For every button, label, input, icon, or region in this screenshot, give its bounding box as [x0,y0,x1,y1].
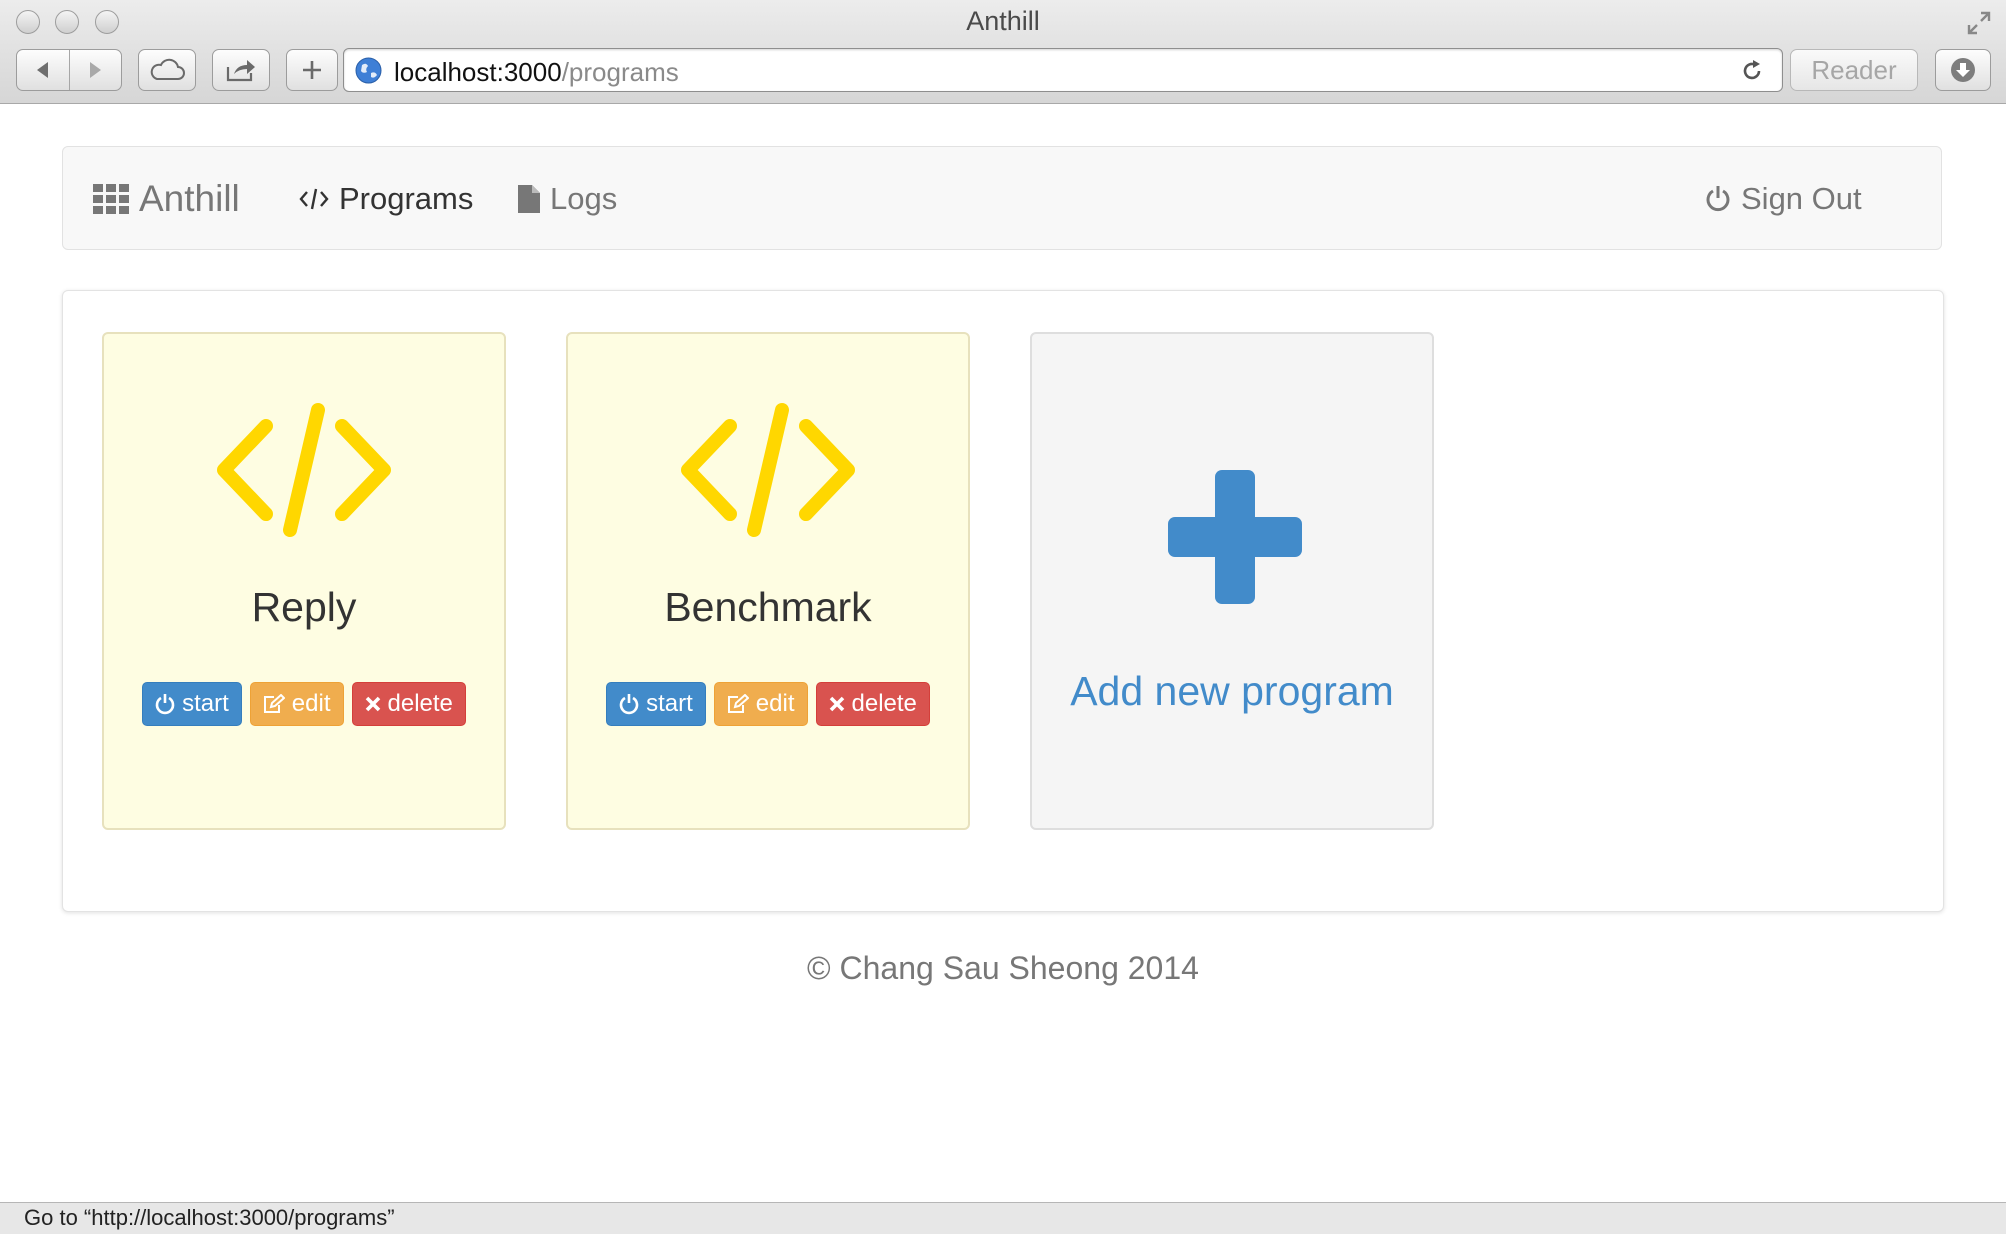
url-path: /programs [561,57,679,87]
brand-label: Anthill [139,178,240,219]
reload-icon[interactable] [1740,59,1764,83]
footer-copyright: © Chang Sau Sheong 2014 [807,950,1199,986]
remove-icon [365,696,381,712]
edit-label: edit [755,690,795,717]
program-card: Reply start edit delete [102,332,506,830]
delete-button[interactable]: delete [815,682,930,726]
edit-icon [263,694,285,714]
sign-out-link[interactable]: Sign Out [1705,147,1862,251]
start-label: start [182,690,229,717]
program-actions: start edit delete [104,682,504,726]
grid-icon [93,184,129,214]
brand-link[interactable]: Anthill [93,147,240,251]
program-actions: start edit delete [568,682,968,726]
browser-toolbar: Anthill localhost:3000/programs Reader [0,0,2006,104]
code-icon [299,187,329,211]
add-program-card[interactable]: Add new program [1030,332,1434,830]
window-title: Anthill [966,6,1040,36]
back-button[interactable] [17,50,69,90]
fullscreen-icon[interactable] [1966,10,1992,36]
downloads-button[interactable] [1935,49,1991,91]
delete-label: delete [851,690,917,717]
start-label: start [646,690,693,717]
edit-label: edit [291,690,331,717]
power-icon [619,693,639,715]
power-icon [155,693,175,715]
program-name: Reply [251,584,357,630]
globe-icon [355,57,382,84]
share-button[interactable] [212,49,270,91]
edit-button[interactable]: edit [249,682,344,726]
icloud-tabs-button[interactable] [138,49,196,91]
plus-icon [1168,470,1302,604]
edit-button[interactable]: edit [713,682,808,726]
plus-icon [303,61,321,79]
delete-button[interactable]: delete [351,682,466,726]
reader-button[interactable]: Reader [1790,49,1918,91]
program-name: Benchmark [664,584,872,630]
forward-button[interactable] [70,50,122,90]
code-icon [217,403,391,537]
address-bar[interactable]: localhost:3000/programs [343,48,1783,92]
program-card: Benchmark start edit delete [566,332,970,830]
nav-logs[interactable]: Logs [518,147,617,251]
power-icon [1705,185,1731,213]
nav-logs-label: Logs [550,181,618,216]
nav-programs[interactable]: Programs [299,147,473,251]
remove-icon [829,696,845,712]
back-arrow-icon [36,62,48,78]
start-button[interactable]: start [606,682,706,726]
nav-programs-label: Programs [339,181,474,216]
download-icon [1951,58,1975,82]
delete-label: delete [387,690,453,717]
cloud-icon [150,58,185,80]
url-host: localhost:3000 [394,57,562,87]
add-program-label: Add new program [1070,668,1394,714]
share-icon [226,60,255,82]
status-bar: Go to “http://localhost:3000/programs” [0,1202,2006,1234]
url-text: localhost:3000/programs [394,57,679,88]
file-icon [518,185,540,213]
start-button[interactable]: start [142,682,242,726]
new-tab-button[interactable] [286,49,338,91]
code-icon [681,403,855,537]
app-navbar: Anthill Programs Logs Sign Out [62,146,1942,250]
sign-out-label: Sign Out [1741,181,1862,216]
back-forward-buttons [16,49,122,91]
edit-icon [727,694,749,714]
forward-arrow-icon [90,62,102,78]
